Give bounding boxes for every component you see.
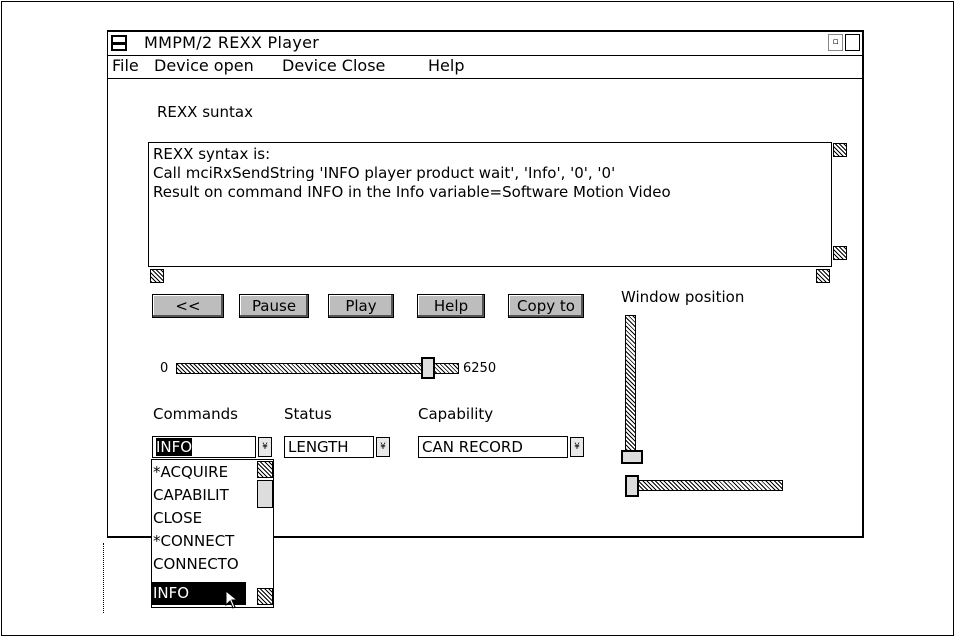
menu-device-close-label: Device Close [282, 56, 386, 75]
commands-dropdown-list: *ACQUIRE CAPABILIT CLOSE *CONNECT CONNEC… [151, 459, 274, 609]
status-combo[interactable]: LENGTH [284, 436, 374, 458]
horizontal-slider-handle[interactable] [625, 475, 639, 497]
list-scroll-down-arrow[interactable] [257, 588, 273, 605]
position-slider-thumb[interactable] [420, 357, 435, 379]
mle-scroll-down-arrow[interactable] [833, 246, 847, 260]
menu-device-close[interactable]: Device Close [282, 56, 385, 76]
minimize-button[interactable]: ▫ [828, 34, 843, 51]
list-scroll-thumb[interactable] [257, 480, 273, 508]
mle-scroll-up-arrow[interactable] [833, 143, 847, 157]
list-item[interactable]: CONNECTO [152, 553, 257, 576]
system-menu-icon[interactable] [111, 35, 127, 51]
capability-label: Capability [418, 405, 494, 423]
help-button[interactable]: Help [417, 294, 485, 318]
syntax-label: REXX suntax [157, 103, 253, 121]
mle-line-2: Call mciRxSendString 'INFO player produc… [153, 164, 616, 182]
slider-max-label: 6250 [463, 361, 497, 376]
list-item[interactable]: *ACQUIRE [152, 461, 257, 484]
menu-help[interactable]: Help [428, 56, 464, 76]
play-button-label: Play [345, 297, 377, 315]
window-position-label: Window position [621, 288, 745, 306]
position-slider-track[interactable] [176, 363, 459, 374]
menu-file-label: File [112, 56, 139, 75]
menu-device-open[interactable]: Device open [154, 56, 254, 76]
vertical-slider-handle[interactable] [621, 450, 643, 464]
capability-combo-value: CAN RECORD [422, 438, 523, 456]
copy-to-button[interactable]: Copy to [508, 294, 584, 318]
rewind-button[interactable]: << [152, 294, 224, 318]
copy-to-button-label: Copy to [517, 297, 575, 315]
title-bar[interactable]: MMPM/2 REXX Player ▫ [108, 32, 862, 56]
list-item[interactable]: *CONNECT [152, 530, 257, 553]
status-combo-value: LENGTH [288, 438, 349, 456]
menu-device-open-label: Device open [154, 56, 254, 75]
mle-line-3: Result on command INFO in the Info varia… [153, 183, 671, 201]
list-item[interactable]: CLOSE [152, 507, 257, 530]
mle-scroll-left-arrow[interactable] [150, 269, 164, 283]
commands-label: Commands [153, 405, 238, 423]
dotted-guide [103, 543, 104, 613]
menu-file[interactable]: File [112, 56, 139, 76]
pause-button[interactable]: Pause [239, 294, 309, 318]
rexx-syntax-textarea[interactable]: REXX syntax is: Call mciRxSendString 'IN… [148, 142, 832, 267]
mle-scroll-right-arrow[interactable] [816, 269, 830, 283]
status-dropdown-icon[interactable]: ¥ [376, 437, 390, 457]
pause-button-label: Pause [251, 297, 297, 315]
slider-min-label: 0 [160, 361, 169, 376]
rewind-button-label: << [175, 297, 201, 315]
capability-dropdown-icon[interactable]: ¥ [570, 437, 584, 457]
help-button-label: Help [433, 297, 469, 315]
window-title: MMPM/2 REXX Player [144, 33, 320, 52]
commands-combo[interactable]: INFO [152, 436, 256, 458]
maximize-button[interactable] [845, 34, 860, 51]
list-item[interactable]: CAPABILIT [152, 484, 257, 507]
mouse-pointer-icon [225, 590, 239, 609]
capability-combo[interactable]: CAN RECORD [418, 436, 568, 458]
commands-dropdown-icon[interactable]: ¥ [258, 437, 272, 457]
mle-line-1: REXX syntax is: [153, 145, 271, 163]
vertical-position-slider[interactable] [625, 315, 636, 455]
horizontal-position-slider[interactable] [629, 480, 783, 491]
menu-bar: File Device open Device Close Help [108, 56, 862, 79]
list-scroll-up-arrow[interactable] [257, 461, 273, 478]
menu-help-label: Help [428, 56, 465, 75]
commands-combo-value: INFO [156, 438, 193, 456]
play-button[interactable]: Play [328, 294, 394, 318]
status-label: Status [284, 405, 332, 423]
